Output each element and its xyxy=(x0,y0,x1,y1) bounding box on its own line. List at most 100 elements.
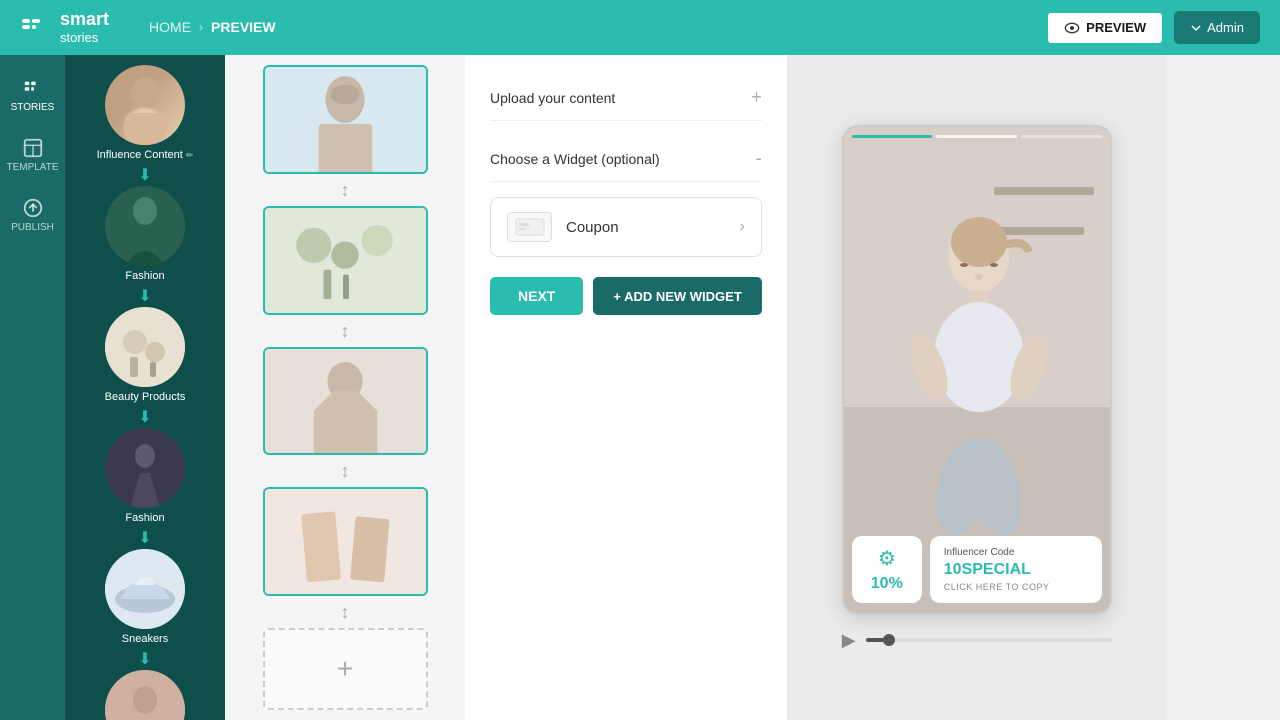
story-label-fashion2: Fashion xyxy=(125,512,164,524)
sneakers-thumb-img xyxy=(105,549,185,629)
story-thumb-fashion1 xyxy=(105,186,185,266)
coupon-percent-card: ⚙ 10% xyxy=(852,536,922,603)
story-item-beauty[interactable]: Beauty Products xyxy=(75,307,215,403)
coupon-copy-label: CLICK HERE TO COPY xyxy=(944,582,1088,592)
stories-icon xyxy=(22,77,44,99)
coupon-widget-card[interactable]: Coupon › xyxy=(490,197,762,257)
dropdown-icon xyxy=(1190,22,1202,34)
slide-1-img xyxy=(265,65,426,174)
slide-arrow-1: ↕ xyxy=(341,181,350,199)
breadcrumb-separator: › xyxy=(199,20,203,34)
playback-track[interactable] xyxy=(866,638,1112,642)
progress-seg-3 xyxy=(1021,135,1102,138)
sidebar-item-publish[interactable]: PUBLISH xyxy=(0,185,65,245)
slide-item-1[interactable] xyxy=(263,65,428,174)
playback-dot xyxy=(883,634,895,646)
influencer-thumb-img xyxy=(105,65,185,145)
upload-row: Upload your content + xyxy=(490,75,762,121)
slide-3-img xyxy=(265,347,426,456)
slide-add-button[interactable]: + xyxy=(263,628,428,710)
story-arrow-3: ⬇ xyxy=(138,410,151,426)
progress-seg-1 xyxy=(852,135,933,138)
story-arrow-5: ⬇ xyxy=(138,652,151,668)
story-sidebar: Influence Content ✏ ⬇ Fashion ⬇ xyxy=(65,55,225,720)
breadcrumb: HOME › PREVIEW xyxy=(149,19,276,35)
story-thumb-influencer xyxy=(105,65,185,145)
story-thumb-sneakers xyxy=(105,549,185,629)
story-label-beauty: Beauty Products xyxy=(105,391,186,403)
story-item-sneakers[interactable]: Sneakers xyxy=(75,549,215,645)
template-icon xyxy=(22,137,44,159)
topnav-left: smart stories HOME › PREVIEW xyxy=(20,10,276,45)
widget-label: Choose a Widget (optional) xyxy=(490,151,660,167)
slide-2-img xyxy=(265,206,426,315)
slide-strip: ↕ ↕ ↕ xyxy=(225,55,465,720)
progress-seg-2 xyxy=(936,135,1017,138)
eye-icon xyxy=(1064,20,1080,36)
story-arrow-4: ⬇ xyxy=(138,531,151,547)
widget-chevron-icon: › xyxy=(739,218,744,236)
publish-icon xyxy=(22,197,44,219)
phone-coupon-area: ⚙ 10% Influencer Code 10SPECIAL CLICK HE… xyxy=(852,536,1102,603)
story-item-fashion1[interactable]: Fashion xyxy=(75,186,215,282)
story-label-influencer: Influence Content ✏ xyxy=(97,149,194,161)
admin-button[interactable]: Admin xyxy=(1174,11,1260,44)
widget-row: Choose a Widget (optional) - xyxy=(490,136,762,182)
fashion1-thumb-img xyxy=(105,186,185,266)
phone-story-image: ⚙ 10% Influencer Code 10SPECIAL CLICK HE… xyxy=(844,127,1110,613)
story-arrow-1: ⬇ xyxy=(138,168,151,184)
fashion2-thumb-img xyxy=(105,428,185,508)
coupon-code-card[interactable]: Influencer Code 10SPECIAL CLICK HERE TO … xyxy=(930,536,1102,603)
coupon-code-value: 10SPECIAL xyxy=(944,561,1088,579)
story-panel: ↕ ↕ ↕ xyxy=(225,55,787,720)
play-button[interactable]: ▶ xyxy=(842,630,856,651)
slide-arrow-2: ↕ xyxy=(341,322,350,340)
topnav-right: PREVIEW Admin xyxy=(1046,11,1260,45)
phone-progress-bar xyxy=(852,135,1102,138)
story-item-fashion3[interactable]: Fashion xyxy=(75,670,215,720)
coupon-icon xyxy=(515,218,545,236)
coupon-code-label: Influencer Code xyxy=(944,547,1088,558)
story-item-fashion2[interactable]: Fashion xyxy=(75,428,215,524)
gear-icon: ⚙ xyxy=(878,546,896,571)
logo-icon xyxy=(20,11,52,43)
widget-name: Coupon xyxy=(566,219,619,236)
add-widget-button[interactable]: + ADD NEW WIDGET xyxy=(593,277,761,315)
logo-text: smart stories xyxy=(60,10,109,45)
story-label-sneakers: Sneakers xyxy=(122,633,168,645)
sidebar-item-template[interactable]: TEMPLATE xyxy=(0,125,65,185)
logo: smart stories xyxy=(20,10,109,45)
fashion3-thumb-img xyxy=(105,670,185,720)
icon-sidebar: STORIES TEMPLATE PUBLISH xyxy=(0,55,65,720)
widget-card-left: Coupon xyxy=(507,212,619,242)
widget-action[interactable]: - xyxy=(756,148,762,169)
slide-4-img xyxy=(265,487,426,596)
slide-item-4[interactable] xyxy=(263,487,428,596)
beauty-thumb-img xyxy=(105,307,185,387)
topnav: smart stories HOME › PREVIEW PREVIEW Adm… xyxy=(0,0,1280,55)
coupon-icon-box xyxy=(507,212,552,242)
next-button[interactable]: NEXT xyxy=(490,277,583,315)
upload-action[interactable]: + xyxy=(751,87,762,108)
upload-label: Upload your content xyxy=(490,90,615,106)
story-label-fashion1: Fashion xyxy=(125,270,164,282)
preview-panel: ⚙ 10% Influencer Code 10SPECIAL CLICK HE… xyxy=(787,55,1167,720)
slide-item-3[interactable] xyxy=(263,347,428,456)
slide-item-2[interactable] xyxy=(263,206,428,315)
story-arrow-2: ⬇ xyxy=(138,289,151,305)
action-buttons: NEXT + ADD NEW WIDGET xyxy=(490,277,762,315)
playback-bar: ▶ xyxy=(842,630,1112,651)
story-item-influencer[interactable]: Influence Content ✏ xyxy=(75,65,215,161)
edit-icon: ✏ xyxy=(186,150,194,161)
slide-arrow-3: ↕ xyxy=(341,462,350,480)
main-layout: STORIES TEMPLATE PUBLISH xyxy=(0,55,1280,720)
preview-button[interactable]: PREVIEW xyxy=(1046,11,1164,45)
breadcrumb-current: PREVIEW xyxy=(211,19,276,35)
edit-panel: Upload your content + Choose a Widget (o… xyxy=(465,55,787,720)
slide-arrow-4: ↕ xyxy=(341,603,350,621)
story-thumb-beauty xyxy=(105,307,185,387)
phone-preview: ⚙ 10% Influencer Code 10SPECIAL CLICK HE… xyxy=(842,125,1112,615)
story-thumb-fashion3 xyxy=(105,670,185,720)
sidebar-item-stories[interactable]: STORIES xyxy=(0,65,65,125)
breadcrumb-home[interactable]: HOME xyxy=(149,19,191,35)
